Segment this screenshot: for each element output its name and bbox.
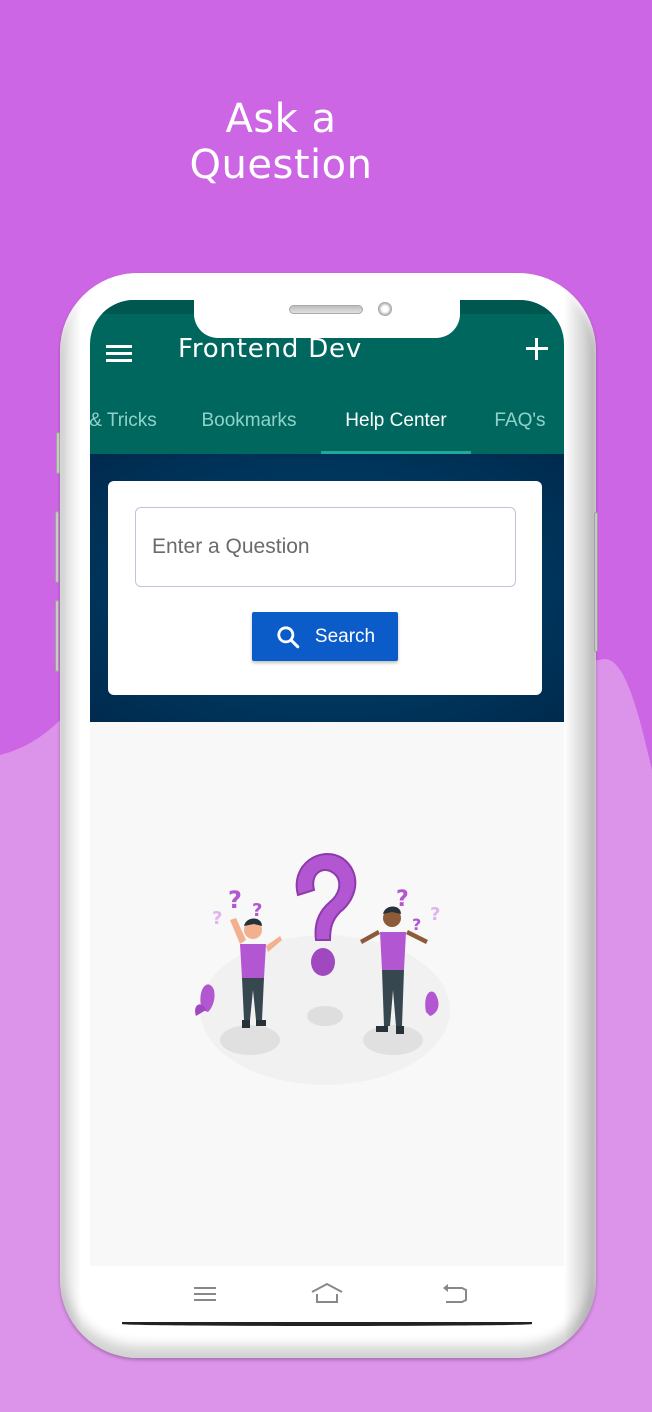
phone-volume-down-button [55, 600, 59, 672]
screen-bottom-edge [122, 1322, 532, 1326]
person-right-shadow [363, 1025, 423, 1055]
promo-title-line-2: Question [189, 142, 373, 188]
search-icon [277, 625, 300, 648]
search-button[interactable]: Search [252, 612, 398, 661]
app-title: Frontend Dev [178, 334, 363, 364]
promo-title-line-1: Ask a [225, 96, 337, 142]
home-icon[interactable] [309, 1280, 345, 1308]
promo-title: Ask a Question [0, 96, 562, 188]
phone-volume-up-button [55, 511, 59, 583]
question-input[interactable] [135, 507, 516, 587]
tab-bookmarks[interactable]: Bookmarks [186, 396, 312, 454]
tab-tips-tricks[interactable]: & Tricks [90, 396, 166, 454]
hamburger-menu-icon[interactable] [106, 342, 134, 364]
question-mark-icon: ? [252, 900, 262, 921]
question-mark-shadow [307, 1006, 343, 1026]
back-icon[interactable] [440, 1280, 470, 1308]
plus-icon[interactable] [524, 336, 550, 362]
android-nav-bar [90, 1266, 564, 1326]
question-mark-icon: ? [212, 908, 222, 929]
confused-people-illustration: ? ? ? ? ? ? [195, 852, 450, 1085]
tab-bar: & Tricks Bookmarks Help Center FAQ's [90, 396, 564, 454]
phone-notch [194, 290, 460, 338]
tab-faqs[interactable]: FAQ's [486, 396, 554, 454]
tab-help-center[interactable]: Help Center [321, 396, 471, 454]
phone-speaker [289, 305, 363, 314]
search-section: Search [90, 454, 564, 722]
phone-side-button [56, 432, 60, 474]
question-mark-icon: ? [228, 886, 242, 914]
person-left-shadow [220, 1025, 280, 1055]
question-mark-icon: ? [412, 915, 421, 934]
phone-camera [378, 302, 392, 316]
question-mark-icon: ? [430, 904, 440, 925]
phone-screen: Frontend Dev & Tricks Bookmarks Help Cen… [90, 300, 564, 1326]
search-card: Search [108, 481, 542, 695]
recent-apps-icon[interactable] [190, 1280, 220, 1308]
search-button-label: Search [314, 625, 376, 647]
phone-power-button [594, 512, 598, 652]
